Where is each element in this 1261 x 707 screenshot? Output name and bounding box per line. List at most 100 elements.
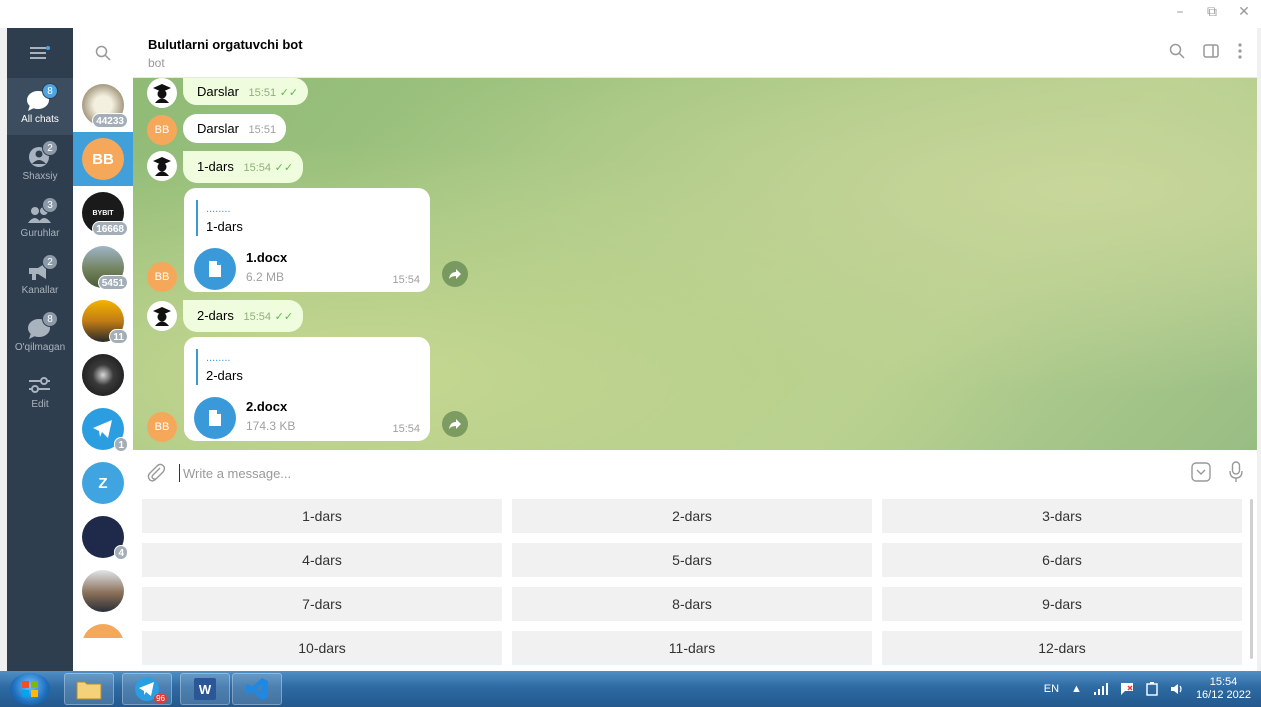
show-hidden-icons-icon[interactable]: ▲: [1071, 683, 1082, 695]
volume-icon[interactable]: [1170, 683, 1184, 695]
file-icon[interactable]: [194, 248, 236, 290]
file-icon[interactable]: [194, 397, 236, 439]
folder-sidebar: 8 All chats 2 Shaxsiy 3 Guruhlar 2 Kanal…: [7, 28, 73, 671]
minimize-button[interactable]: –: [1171, 4, 1189, 20]
keyboard-button[interactable]: 2-dars: [512, 499, 872, 533]
clock-date: 16/12 2022: [1195, 689, 1251, 701]
read-check-icon: ✓✓: [279, 87, 299, 99]
folder-label: Edit: [31, 398, 49, 410]
taskbar-vscode[interactable]: [232, 673, 282, 705]
start-button[interactable]: [10, 673, 50, 705]
document-message[interactable]: ........ 1-dars 1.docx 6.2 MB 15:54: [184, 188, 430, 292]
chat-item[interactable]: BYBIT 16668: [73, 186, 133, 240]
chat-search-button[interactable]: [73, 28, 133, 78]
main-menu-button[interactable]: [7, 28, 73, 78]
document-icon: [209, 261, 221, 277]
file-name[interactable]: 2.docx: [246, 399, 287, 414]
taskbar-explorer[interactable]: [64, 673, 114, 705]
folder-all-chats[interactable]: 8 All chats: [7, 78, 73, 135]
bot-keyboard-toggle-icon[interactable]: [1191, 462, 1211, 482]
chat-item[interactable]: 4: [73, 510, 133, 564]
document-message[interactable]: ........ 2-dars 2.docx 174.3 KB 15:54: [184, 337, 430, 441]
message-time: 15:54: [243, 162, 272, 174]
power-icon[interactable]: [1146, 682, 1158, 696]
taskbar-badge: 96: [154, 694, 167, 703]
sidebar-toggle-icon[interactable]: [1203, 43, 1219, 59]
language-indicator[interactable]: EN: [1044, 683, 1059, 695]
graduate-icon: [153, 84, 171, 103]
keyboard-button[interactable]: 3-dars: [882, 499, 1242, 533]
file-name[interactable]: 1.docx: [246, 250, 287, 265]
folder-oqilmagan[interactable]: 8 O'qilmagan: [7, 306, 73, 363]
avatar: [82, 354, 124, 396]
chat-title[interactable]: Bulutlarni orgatuvchi bot: [148, 37, 303, 52]
more-icon[interactable]: [1237, 43, 1243, 59]
reply-quote[interactable]: ........ 1-dars: [196, 200, 243, 236]
chat-item[interactable]: [73, 348, 133, 402]
read-check-icon: ✓✓: [274, 162, 294, 174]
action-center-icon[interactable]: [1120, 682, 1134, 696]
chat-item-active[interactable]: BB: [73, 132, 133, 186]
keyboard-button[interactable]: 7-dars: [142, 587, 502, 621]
signal-icon[interactable]: [1093, 683, 1108, 695]
keyboard-button[interactable]: 5-dars: [512, 543, 872, 577]
keyboard-scrollbar[interactable]: [1250, 499, 1253, 659]
chat-item[interactable]: Z: [73, 456, 133, 510]
chat-item[interactable]: EK: [73, 618, 133, 638]
restore-button[interactable]: ⧉: [1203, 4, 1221, 20]
message-text: Darslar: [197, 84, 239, 99]
telegram-icon: [93, 420, 112, 438]
folder-kanallar[interactable]: 2 Kanallar: [7, 249, 73, 306]
keyboard-button[interactable]: 9-dars: [882, 587, 1242, 621]
close-button[interactable]: ✕: [1235, 4, 1253, 20]
taskbar-telegram[interactable]: 96: [122, 673, 172, 705]
message-bubble[interactable]: Darslar 15:51: [183, 114, 287, 143]
keyboard-button[interactable]: 8-dars: [512, 587, 872, 621]
avatar-initials: BB: [92, 150, 114, 168]
message-time: 15:54: [392, 274, 420, 286]
header-actions: [1169, 43, 1243, 59]
keyboard-button[interactable]: 10-dars: [142, 631, 502, 665]
keyboard-button[interactable]: 1-dars: [142, 499, 502, 533]
chat-item[interactable]: [73, 564, 133, 618]
bot-avatar: [147, 151, 177, 181]
folder-icon: [76, 681, 102, 700]
unread-count: 4: [114, 545, 128, 560]
user-avatar: BB: [147, 262, 177, 292]
keyboard-button[interactable]: 6-dars: [882, 543, 1242, 577]
quote-text: 2-dars: [206, 368, 243, 383]
clock[interactable]: 15:54 16/12 2022: [1196, 676, 1251, 702]
chat-item[interactable]: 11: [73, 294, 133, 348]
forward-icon: [449, 419, 461, 429]
vscode-icon: [246, 678, 268, 700]
avatar-text: BYBIT: [92, 209, 114, 217]
keyboard-button[interactable]: 11-dars: [512, 631, 872, 665]
message-bubble[interactable]: 2-dars 15:54 ✓✓: [183, 300, 304, 332]
keyboard-button[interactable]: 12-dars: [882, 631, 1242, 665]
message-bubble[interactable]: 1-dars 15:54 ✓✓: [183, 151, 304, 183]
message-time: 15:51: [248, 124, 277, 136]
folder-shaxsiy[interactable]: 2 Shaxsiy: [7, 135, 73, 192]
taskbar-word[interactable]: W: [180, 673, 230, 705]
chat-item[interactable]: 5451: [73, 240, 133, 294]
folder-label: Kanallar: [21, 284, 59, 296]
keyboard-button[interactable]: 4-dars: [142, 543, 502, 577]
forward-button[interactable]: [442, 411, 468, 437]
microphone-icon[interactable]: [1229, 461, 1243, 483]
message-input[interactable]: [179, 464, 1079, 482]
clock-time: 15:54: [1209, 676, 1238, 688]
unread-count: 16668: [92, 221, 128, 236]
chat-item[interactable]: 1: [73, 402, 133, 456]
forward-button[interactable]: [442, 261, 468, 287]
avatar-initials: BB: [154, 271, 170, 283]
message-bubble[interactable]: Darslar 15:51 ✓✓: [183, 78, 309, 105]
folder-edit[interactable]: Edit: [7, 363, 73, 420]
search-icon: [95, 45, 111, 61]
reply-quote[interactable]: ........ 2-dars: [196, 349, 243, 385]
attach-icon[interactable]: [147, 463, 165, 483]
search-icon[interactable]: [1169, 43, 1185, 59]
folder-guruhlar[interactable]: 3 Guruhlar: [7, 192, 73, 249]
chat-item[interactable]: 44233: [73, 78, 133, 132]
window-title-bar: – ⧉ ✕: [0, 0, 1261, 28]
windows-logo-icon: [22, 681, 38, 697]
